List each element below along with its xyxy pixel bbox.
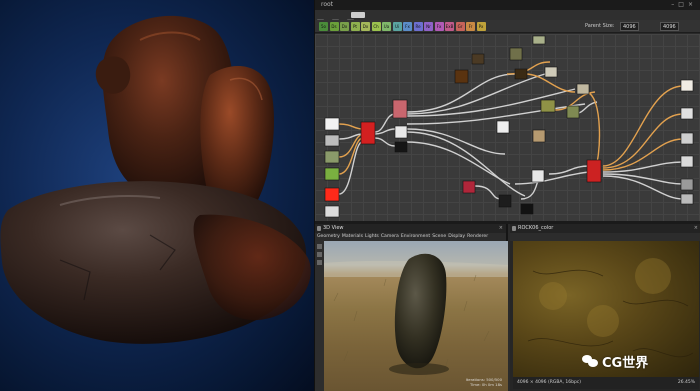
node-texture[interactable] bbox=[576, 83, 590, 95]
view-3d-panel: 3D View × Geometry Materials Lights Camera E… bbox=[315, 224, 508, 391]
view-2d-statusbar: 4096 × 4096 (RGBA, 16bpc) 26.45% bbox=[513, 377, 699, 389]
node-texture[interactable] bbox=[498, 194, 512, 208]
node-output[interactable] bbox=[680, 132, 694, 145]
close-icon[interactable]: × bbox=[499, 224, 503, 233]
window-controls: –□× bbox=[671, 0, 697, 10]
pin-icon[interactable] bbox=[512, 226, 516, 231]
menu-item-renderer[interactable]: Renderer bbox=[467, 234, 488, 239]
menu-item-display[interactable]: Display bbox=[448, 234, 465, 239]
size-select[interactable]: 4096 bbox=[660, 22, 679, 31]
substance-designer-window: root –□× Parent Size: 4096 4096 5o Ds Dx Pt… bbox=[314, 0, 700, 391]
node-output[interactable] bbox=[680, 155, 694, 168]
node-input[interactable] bbox=[324, 205, 340, 218]
view-3d-titlebar: 3D View × bbox=[315, 224, 506, 233]
watermark-text: CG世界 bbox=[602, 355, 649, 371]
node-library-toolbar: Parent Size: 4096 4096 5o Ds Dx Pt Dx Ch Ua Ui F… bbox=[315, 20, 700, 33]
node-texture[interactable] bbox=[514, 68, 528, 80]
tool-icon[interactable] bbox=[317, 252, 322, 257]
view-3d-title: 3D View bbox=[323, 225, 344, 231]
node-texture[interactable] bbox=[520, 203, 534, 215]
texture-resolution: 4096 × 4096 (RGBA, 16bpc) bbox=[517, 380, 582, 385]
node-texture[interactable] bbox=[509, 47, 523, 61]
node-input[interactable] bbox=[324, 134, 340, 147]
maximize-icon[interactable]: □ bbox=[678, 1, 688, 8]
watermark: CG世界 bbox=[582, 350, 648, 372]
menu-item-geometry[interactable]: Geometry bbox=[317, 234, 340, 239]
view-2d-title: ROCK06_color bbox=[518, 225, 554, 231]
node-input[interactable] bbox=[324, 167, 340, 181]
zoom-field[interactable] bbox=[351, 12, 365, 18]
node-output[interactable] bbox=[680, 107, 694, 120]
view-3d-viewport[interactable]: Iterations: 500/500 Time: 0h 0m 18s bbox=[324, 241, 508, 391]
parent-size-select[interactable]: 4096 bbox=[620, 22, 639, 31]
node-output[interactable] bbox=[680, 79, 694, 92]
node-texture[interactable] bbox=[462, 180, 476, 194]
node-output-combiner[interactable] bbox=[586, 159, 602, 183]
menu-item-materials[interactable]: Materials bbox=[342, 234, 363, 239]
graph-titlebar: root –□× bbox=[315, 0, 700, 10]
node-library-button[interactable]: Ui bbox=[392, 22, 402, 31]
node-filter[interactable] bbox=[392, 99, 408, 119]
pin-icon[interactable] bbox=[317, 226, 321, 231]
node-library-button[interactable]: Gr bbox=[455, 22, 465, 31]
node-texture[interactable] bbox=[544, 66, 558, 78]
view-2d-toolbar bbox=[510, 233, 700, 241]
node-texture[interactable] bbox=[496, 120, 510, 134]
node-library-button[interactable]: Dx bbox=[361, 22, 370, 31]
node-texture[interactable] bbox=[566, 105, 580, 119]
node-texture[interactable] bbox=[532, 35, 546, 45]
parent-size-label: Parent Size: bbox=[585, 23, 615, 29]
node-library-button[interactable]: Fx bbox=[434, 22, 444, 31]
render-time: Time: 0h 0m 18s bbox=[470, 382, 502, 387]
wechat-icon bbox=[582, 354, 598, 368]
node-output[interactable] bbox=[680, 178, 694, 191]
node-library-button[interactable]: Re bbox=[413, 22, 423, 31]
node-library-button[interactable]: Fr bbox=[466, 22, 475, 31]
node-library-button[interactable]: Dx bbox=[340, 22, 349, 31]
view-2d-titlebar: ROCK06_color × bbox=[510, 224, 700, 233]
node-texture[interactable] bbox=[540, 99, 556, 113]
node-library-button[interactable]: Px bbox=[476, 22, 486, 31]
node-filter[interactable] bbox=[394, 125, 408, 139]
node-blend[interactable] bbox=[360, 121, 376, 145]
node-library-button[interactable]: Ds bbox=[329, 22, 339, 31]
close-icon[interactable]: × bbox=[688, 1, 697, 8]
node-filter[interactable] bbox=[394, 141, 408, 153]
view-3d-sidebar bbox=[315, 241, 324, 391]
zoom-level: 26.45% bbox=[677, 380, 695, 385]
menu-item-scene[interactable]: Scene bbox=[432, 234, 446, 239]
node-input[interactable] bbox=[324, 150, 340, 164]
view-3d-menubar: Geometry Materials Lights Camera Environment… bbox=[315, 233, 506, 241]
tool-icon[interactable] bbox=[317, 260, 322, 265]
node-texture[interactable] bbox=[531, 169, 545, 183]
menu-item-camera[interactable]: Camera bbox=[381, 234, 399, 239]
node-library-button[interactable]: 5o bbox=[319, 22, 328, 31]
graph-title: root bbox=[321, 1, 334, 8]
node-library-button[interactable]: Ch bbox=[371, 22, 381, 31]
node-input[interactable] bbox=[324, 187, 340, 202]
node-library-button[interactable]: ExB bbox=[445, 22, 454, 31]
node-library-button[interactable]: Pt bbox=[350, 22, 360, 31]
node-library-button[interactable]: Fx bbox=[403, 22, 412, 31]
menu-item-lights[interactable]: Lights bbox=[365, 234, 379, 239]
node-graph-canvas[interactable] bbox=[315, 34, 700, 221]
node-texture[interactable] bbox=[532, 129, 546, 143]
close-icon[interactable]: × bbox=[694, 224, 698, 233]
node-output[interactable] bbox=[680, 193, 694, 205]
render-stats: Iterations: 500/500 Time: 0h 0m 18s bbox=[466, 377, 502, 387]
node-library-button[interactable]: Nr bbox=[424, 22, 433, 31]
tool-icon[interactable] bbox=[317, 244, 322, 249]
menu-item-environment[interactable]: Environment bbox=[401, 234, 430, 239]
node-texture[interactable] bbox=[454, 69, 469, 84]
node-input[interactable] bbox=[324, 117, 340, 131]
node-library-button[interactable]: Ua bbox=[382, 22, 391, 31]
node-texture[interactable] bbox=[471, 53, 485, 65]
graph-toolbar-top bbox=[315, 10, 700, 25]
rock-render-image bbox=[0, 0, 314, 391]
